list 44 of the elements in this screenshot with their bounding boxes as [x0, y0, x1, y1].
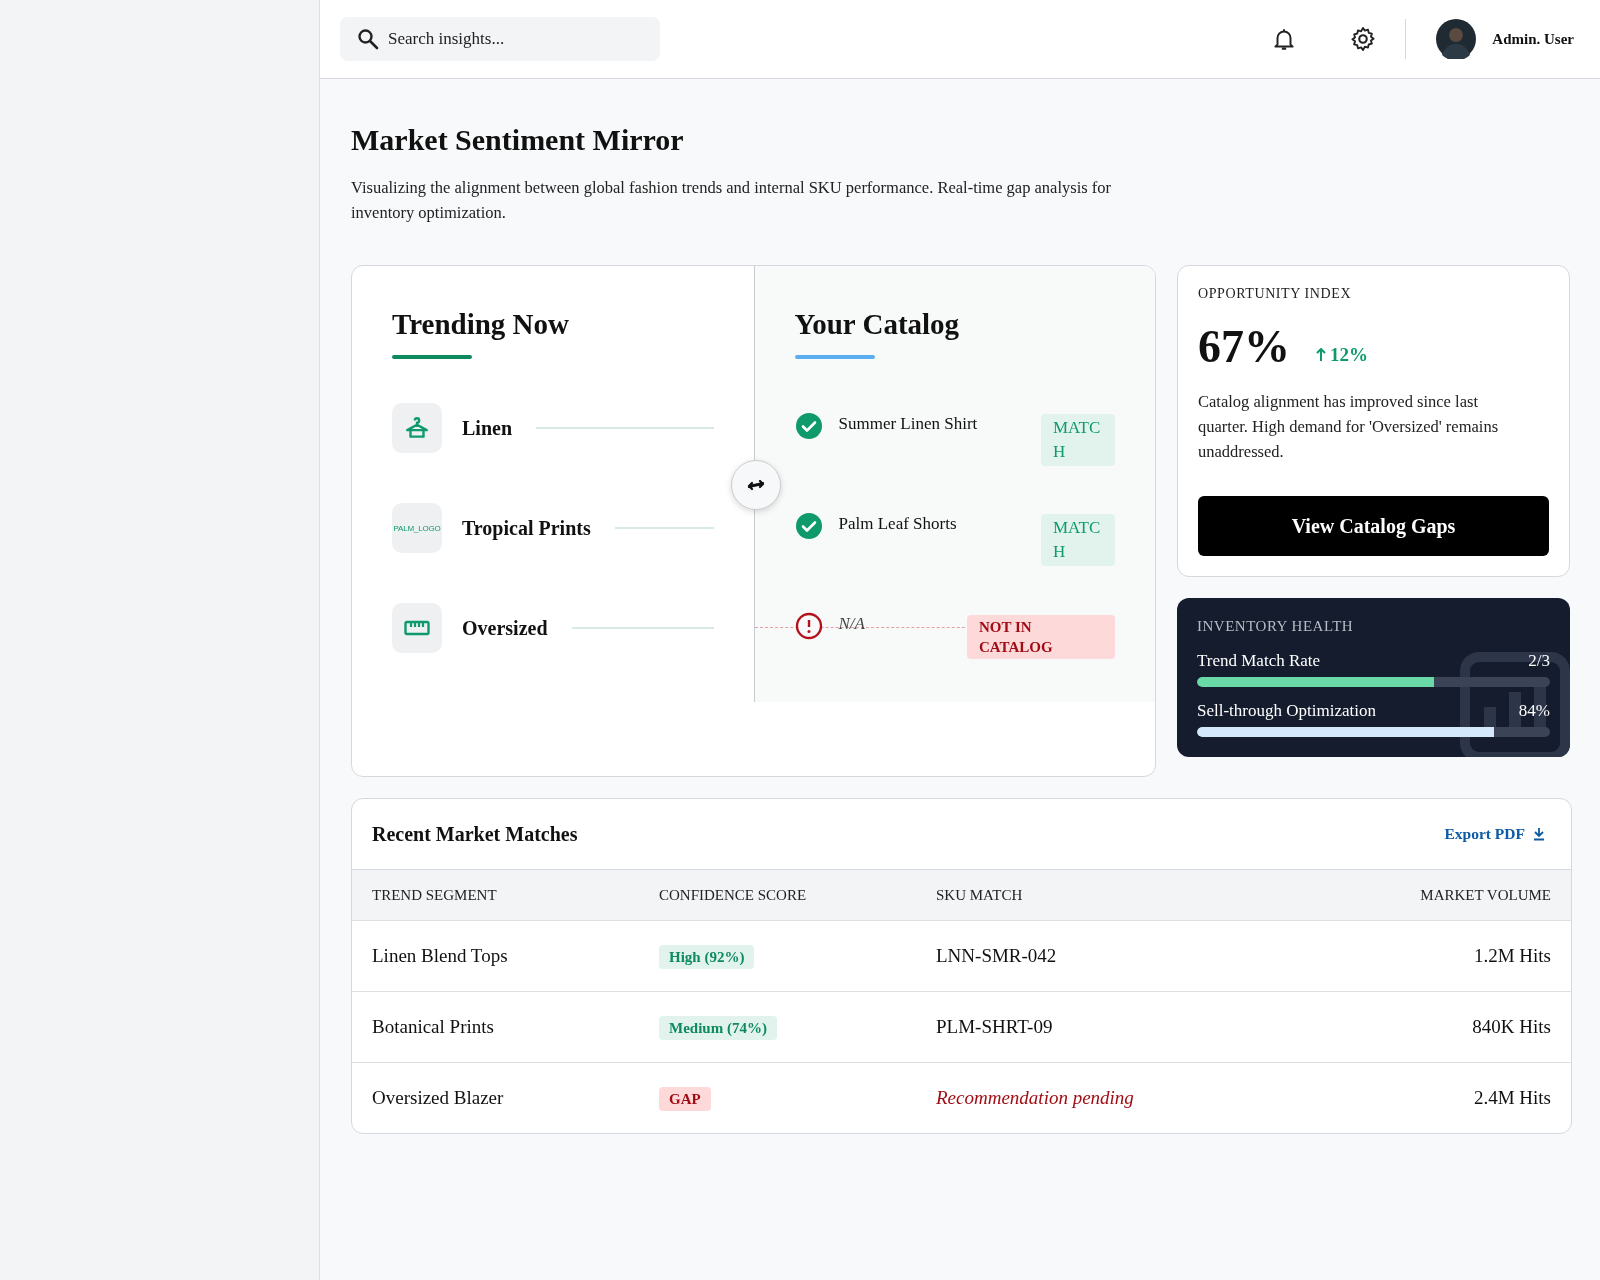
table-cell-text: 1.2M Hits: [1472, 945, 1551, 967]
user-name: Admin. User: [1492, 30, 1574, 48]
column-header: TREND SEGMENT: [372, 886, 498, 904]
catalog-item-name: Summer Linen Shirt: [838, 414, 979, 434]
section-title: Your Catalog: [794, 308, 961, 341]
metric-label: Trend Match Rate: [1197, 651, 1321, 671]
confidence-badge: GAP: [659, 1087, 711, 1111]
table-cell-text: PLM-SHRT-09: [936, 1016, 1054, 1038]
section-title: Trending Now: [392, 308, 570, 341]
table-cell-text: 2.4M Hits: [1472, 1087, 1551, 1109]
trend-label: Linen: [462, 416, 513, 440]
table-cell-text: 840K Hits: [1471, 1016, 1551, 1038]
table-cell-text: Oversized Blazer: [372, 1087, 505, 1109]
metric-value: 2/3: [1528, 651, 1550, 671]
card-label: OPPORTUNITY INDEX: [1198, 286, 1353, 302]
page-description: Visualizing the alignment between global fashion trends and internal SKU performance. Real-time gap analysis for inventory optimization.: [351, 177, 1113, 224]
page-title: Market Sentiment Mirror: [351, 123, 685, 157]
metric-label: Sell-through Optimization: [1197, 701, 1376, 721]
table-cell-text: LNN-SMR-042: [936, 945, 1058, 967]
logo-text: PALM_LOGO: [393, 523, 441, 533]
opportunity-value: 67%: [1198, 320, 1290, 373]
opportunity-description: Catalog alignment has improved since last quarter. High demand for 'Oversized' remains unaddressed.: [1198, 391, 1500, 463]
change-value: 12%: [1330, 344, 1368, 366]
column-header: MARKET VOLUME: [1419, 886, 1551, 904]
card-label: INVENTORY HEALTH: [1197, 618, 1355, 635]
table-cell-text: Botanical Prints: [372, 1016, 495, 1038]
trend-label: Tropical Prints: [462, 516, 591, 540]
metric-value: 84%: [1518, 701, 1550, 721]
catalog-item-name: N/A: [838, 614, 865, 634]
trend-label: Oversized: [462, 616, 548, 640]
table-cell-text: Recommendation pending: [936, 1087, 1135, 1109]
status-badge: NOT IN CATALOG: [967, 615, 1115, 659]
search-field[interactable]: Search insights...: [340, 17, 660, 61]
catalog-item-name: Palm Leaf Shorts: [838, 514, 958, 534]
status-badge: MATCH: [1041, 414, 1115, 466]
card-title: Recent Market Matches: [372, 822, 578, 846]
export-pdf-link[interactable]: Export PDF: [1444, 825, 1545, 843]
column-header: CONFIDENCE SCORE: [659, 886, 808, 904]
view-gaps-button[interactable]: View Catalog Gaps: [1198, 496, 1549, 556]
table-cell-text: Linen Blend Tops: [372, 945, 509, 967]
status-badge: MATCH: [1041, 514, 1115, 566]
column-header: SKU MATCH: [936, 886, 1024, 904]
confidence-badge: Medium (74%): [659, 1016, 777, 1040]
confidence-badge: High (92%): [659, 945, 755, 969]
